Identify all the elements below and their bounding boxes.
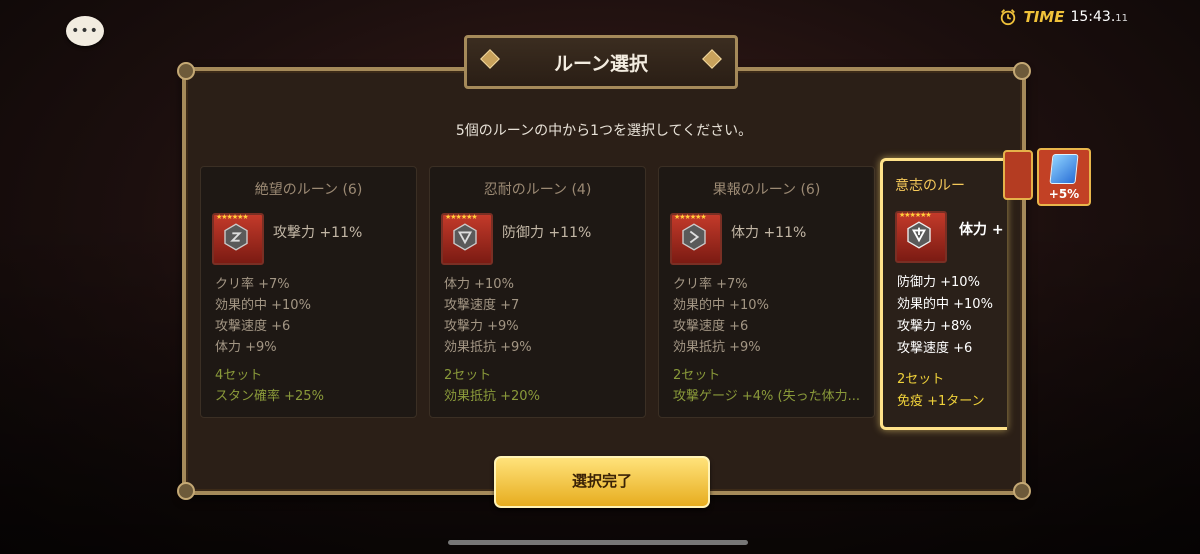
corner-ornament [177,62,195,80]
sub-stat: 体力 +10% [444,277,514,292]
chat-button[interactable]: ••• [66,16,104,46]
blue-gem-icon [1049,154,1079,184]
sub-stat: 体力 +9% [215,340,277,355]
set-count: 4セット [215,368,263,383]
set-effect: 効果抵抗 +20% [444,389,540,404]
corner-ornament [177,482,195,500]
sub-stats: 防御力 +10% 効果的中 +10% 攻撃力 +8% 攻撃速度 +6 [897,272,993,360]
confirm-selection-button[interactable]: 選択完了 [494,456,710,508]
star-rating: ★★★★★★ [899,211,932,219]
sub-stat: 攻撃速度 +6 [897,341,973,356]
rune-name: 忍耐のルーン (4) [483,182,592,198]
time-value: 15:43.11 [1070,9,1128,25]
main-stat: 攻撃力 +11% [273,225,363,241]
set-effect: スタン確率 +25% [215,389,324,404]
sub-stat: 防御力 +10% [897,275,980,290]
sub-stat: 効果抵抗 +9% [673,340,761,355]
bonus-label: +5% [1048,187,1080,201]
alarm-clock-icon [1001,9,1016,26]
star-rating: ★★★★★★ [216,213,249,221]
corner-ornament [1013,482,1031,500]
rune-card[interactable]: 果報のルーン (6) ★★★★★★ 体力 +11% クリ率 +7% 効果的中 +… [658,166,875,418]
speech-bubble-icon: ••• [71,23,99,39]
sub-stats: 体力 +10% 攻撃速度 +7 攻撃力 +9% 効果抵抗 +9% [444,274,532,358]
bonus-badge: +5% [1037,148,1091,206]
sub-stats: クリ率 +7% 効果的中 +10% 攻撃速度 +6 効果抵抗 +9% [673,274,769,358]
sub-stat: 効果的中 +10% [215,298,311,313]
instruction-text: 5個のルーンの中から1つを選択してください。 [455,123,753,139]
main-stat: 体力 + [959,222,1004,238]
sub-stat: 攻撃速度 +6 [673,319,749,334]
main-stat: 防御力 +11% [502,225,592,241]
endure-rune-icon [453,223,477,251]
sub-stat: クリ率 +7% [215,277,290,292]
corner-ornament [1013,62,1031,80]
set-count: 2セット [897,372,945,387]
rune-card-selected[interactable]: 意志のルー ★★★★★★ 体力 + 防御力 +10% 効果的中 +10% 攻撃力… [880,158,1007,430]
rune-icon: ★★★★★★ [441,213,493,265]
star-rating: ★★★★★★ [674,213,707,221]
sub-stat: 攻撃速度 +6 [215,319,291,334]
despair-rune-icon [224,223,248,251]
main-stat: 体力 +11% [731,225,807,241]
rune-icon: ★★★★★★ [670,213,722,265]
home-indicator[interactable] [448,540,748,545]
star-rating: ★★★★★★ [445,213,478,221]
revenge-rune-icon [682,223,706,251]
rune-name: 絶望のルーン (6) [254,182,363,198]
sub-stat: 攻撃速度 +7 [444,298,520,313]
rune-name: 意志のルー [895,178,965,194]
dialog-title-bar: ルーン選択 [464,35,738,89]
rune-icon: ★★★★★★ [895,211,947,263]
dialog-title: ルーン選択 [553,53,649,75]
rune-icon: ★★★★★★ [212,213,264,265]
sub-stat: 攻撃力 +9% [444,319,519,334]
set-count: 2セット [444,368,492,383]
rune-card[interactable]: 忍耐のルーン (4) ★★★★★★ 防御力 +11% 体力 +10% 攻撃速度 … [429,166,646,418]
set-effect: 免疫 +1ターン [897,394,985,409]
set-effect: 攻撃ゲージ +4% (失った体力... [673,389,860,404]
set-count: 2セット [673,368,721,383]
rune-name: 果報のルーン (6) [712,182,821,198]
sub-stat: 効果抵抗 +9% [444,340,532,355]
rune-card[interactable]: 絶望のルーン (6) ★★★★★★ 攻撃力 +11% クリ率 +7% 効果的中 … [200,166,417,418]
sub-stat: 攻撃力 +8% [897,319,972,334]
time-fraction: 11 [1115,13,1128,24]
time-label: TIME [1023,8,1065,26]
sub-stat: 効果的中 +10% [673,298,769,313]
will-rune-icon [907,221,931,249]
side-tab-badge [1003,150,1033,200]
sub-stat: クリ率 +7% [673,277,748,292]
time-display: TIME 15:43.11 [999,8,1128,26]
sub-stats: クリ率 +7% 効果的中 +10% 攻撃速度 +6 体力 +9% [215,274,311,358]
sub-stat: 効果的中 +10% [897,297,993,312]
